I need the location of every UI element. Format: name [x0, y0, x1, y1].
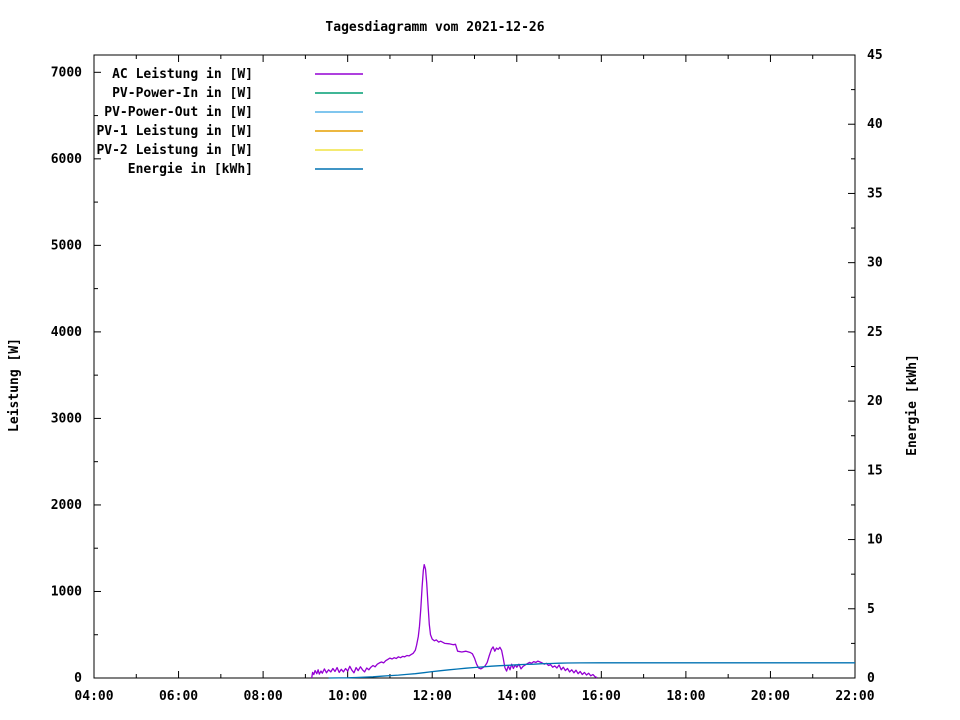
y-right-tick-label: 5 [867, 602, 875, 617]
y-left-tick-label: 2000 [51, 498, 82, 513]
chart-title: Tagesdiagramm vom 2021-12-26 [325, 20, 544, 35]
x-tick-label: 20:00 [751, 689, 790, 704]
legend-label-pv-in: PV-Power-In in [W] [112, 86, 253, 101]
y-right-tick-label: 0 [867, 671, 875, 686]
y-right-axis-title: Energie [kWh] [905, 354, 920, 456]
y-right-tick-label: 25 [867, 325, 883, 340]
legend-label-pv1: PV-1 Leistung in [W] [96, 124, 253, 139]
y-right-tick-label: 40 [867, 117, 883, 132]
legend-label-ac: AC Leistung in [W] [112, 67, 253, 82]
legend-label-pv2: PV-2 Leistung in [W] [96, 143, 253, 158]
y-right-tick-label: 35 [867, 186, 883, 201]
y-left-tick-label: 6000 [51, 152, 82, 167]
x-tick-label: 18:00 [666, 689, 705, 704]
y-right-tick-label: 45 [867, 48, 883, 63]
chart-canvas: Tagesdiagramm vom 2021-12-26 Leistung [W… [7, 20, 920, 704]
x-tick-label: 08:00 [244, 689, 283, 704]
y-left-axis-title: Leistung [W] [7, 338, 22, 432]
legend: AC Leistung in [W] PV-Power-In in [W] PV… [96, 67, 363, 177]
chart-page: { "colors": { "background": "#ffffff", "… [0, 0, 960, 720]
x-tick-label: 14:00 [497, 689, 536, 704]
y-right-tick-label: 10 [867, 533, 883, 548]
series-line-0 [311, 563, 598, 679]
legend-label-pv-out: PV-Power-Out in [W] [104, 105, 253, 120]
x-tick-label: 16:00 [582, 689, 621, 704]
legend-label-energy: Energie in [kWh] [128, 162, 253, 177]
x-tick-label: 10:00 [328, 689, 367, 704]
x-tick-label: 12:00 [413, 689, 452, 704]
y-left-tick-label: 0 [74, 671, 82, 686]
x-tick-label: 22:00 [835, 689, 874, 704]
y-left-tick-label: 1000 [51, 584, 82, 599]
y-right-tick-label: 30 [867, 256, 883, 271]
y-left-tick-label: 5000 [51, 238, 82, 253]
x-tick-label: 04:00 [74, 689, 113, 704]
y-right-tick-label: 15 [867, 463, 883, 478]
y-left-tick-label: 4000 [51, 325, 82, 340]
x-tick-label: 06:00 [159, 689, 198, 704]
y-right-tick-label: 20 [867, 394, 883, 409]
y-left-tick-label: 7000 [51, 65, 82, 80]
y-left-tick-label: 3000 [51, 411, 82, 426]
